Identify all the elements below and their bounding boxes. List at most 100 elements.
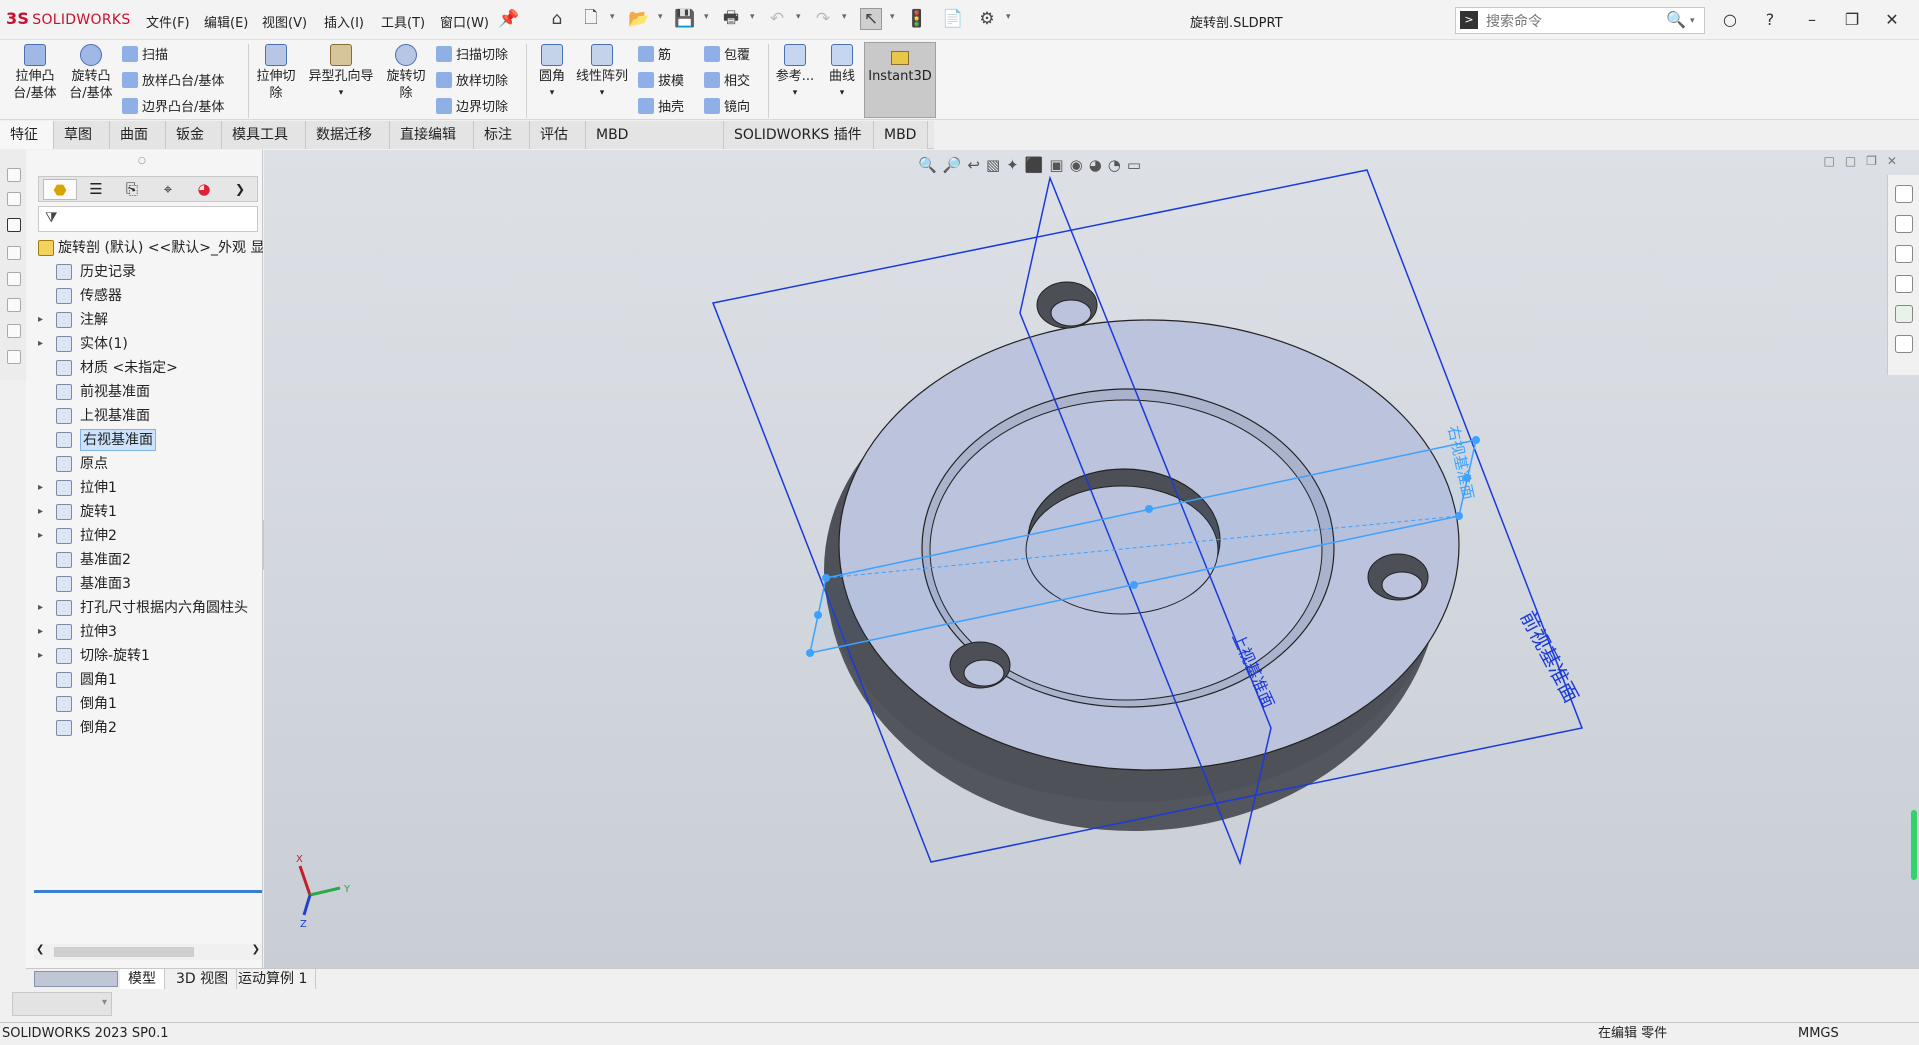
tree-item[interactable]: 圆角1 [26,668,263,692]
apply-scene-icon[interactable]: ◔ [1108,156,1127,174]
tree-item[interactable]: ▸ 实体(1) [26,332,263,356]
menu-file[interactable]: 文件(F) [146,12,190,31]
redo-icon[interactable]: ↷ [812,8,834,30]
zoom-area-icon[interactable]: 🔎 [943,156,968,174]
extrude-boss-button[interactable]: 拉伸凸台/基体 [10,44,60,102]
filter-icon[interactable]: ⧩ [45,210,58,226]
heads-up-view-toolbar[interactable]: 🔍🔎↩▧✦⬛▣◉◕◔▭ [918,156,1147,174]
tab-1[interactable]: 草图 [54,121,110,149]
menu-window[interactable]: 窗口(W) [440,12,489,31]
wrap-button[interactable]: 包覆 [704,44,750,63]
bottom-tab-0[interactable]: 模型 [120,969,165,989]
rib-button[interactable]: 筋 [638,44,671,63]
viewport-window-controls[interactable]: □□❐✕ [1824,154,1908,168]
expand-arrow-icon[interactable]: ▸ [38,332,43,356]
tab-7[interactable]: 标注 [474,121,530,149]
bottom-tab-2[interactable]: 运动算例 1 [230,969,317,989]
plane-handle[interactable] [814,611,822,619]
menu-view[interactable]: 视图(V) [262,12,307,31]
menu-tools[interactable]: 工具(T) [381,12,425,31]
expand-arrow-icon[interactable]: ▸ [38,644,43,668]
tree-item[interactable]: 传感器 [26,284,263,308]
user-account-icon[interactable]: ○ [1718,8,1742,32]
loft-boss-button[interactable]: 放样凸台/基体 [122,70,224,89]
graphics-area[interactable]: 前视基准面 上视基准面 右视基准面 X Y Z □□❐✕ [264,150,1919,968]
home-icon[interactable]: ⌂ [546,8,568,30]
dimxpert-tab-icon[interactable]: ⌖ [151,179,185,200]
draft-button[interactable]: 拔模 [638,70,684,89]
tree-item[interactable]: 历史记录 [26,260,263,284]
view-settings-icon[interactable]: ▭ [1127,156,1147,174]
tab-4[interactable]: 模具工具 [222,121,306,149]
chevron-down-icon[interactable]: ▾ [772,85,818,102]
chevron-down-icon[interactable]: ▾ [842,12,847,22]
boundary-cut-button[interactable]: 边界切除 [436,96,508,115]
file-properties-icon[interactable]: 📄 [942,8,964,30]
open-icon[interactable]: 📂 [628,8,650,30]
mirror-button[interactable]: 镜向 [704,96,750,115]
plane-handle[interactable] [806,649,814,657]
bottom-tab-1[interactable]: 3D 视图 [168,969,238,989]
feature-manager-tab-icon[interactable]: ⬣ [43,179,77,200]
tab-10[interactable]: SOLIDWORKS 插件 [724,121,874,149]
bolt-hole-right-counterbore[interactable] [1381,571,1423,599]
display-style-icon[interactable]: ▣ [1049,156,1069,174]
chevron-down-icon[interactable]: ▾ [532,85,572,102]
tab-0[interactable]: 特征 [0,121,54,149]
file-explorer-icon[interactable] [1895,245,1913,263]
tree-root[interactable]: 旋转剖 (默认) <<默认>_外观 显 [26,236,263,260]
pin-icon[interactable]: 📌 [498,8,520,30]
chevron-down-icon[interactable]: ▾ [304,85,378,102]
tolerance-icon[interactable] [7,324,21,338]
search-input[interactable] [1486,11,1656,31]
dynamic-annotation-icon[interactable]: ✦ [1006,156,1025,174]
edit-appearance-icon[interactable]: ◕ [1089,156,1108,174]
tab-scroll-arrows[interactable] [34,971,118,987]
rebuild-icon[interactable]: 🚦 [906,8,928,30]
note-icon[interactable] [7,192,21,206]
tab-9[interactable]: MBD Dimensions [586,121,724,171]
annotation-text-icon[interactable] [7,218,21,232]
revolve-boss-button[interactable]: 旋转凸台/基体 [66,44,116,102]
scroll-left-icon[interactable]: ❮ [36,944,44,955]
expand-arrow-icon[interactable]: ▸ [38,620,43,644]
scroll-thumb[interactable] [54,947,194,957]
tab-3[interactable]: 钣金 [166,121,222,149]
hole-wizard-button[interactable]: 异型孔向导 ▾ [304,44,378,102]
tab-8[interactable]: 评估 [530,121,586,149]
restore-button[interactable]: ❐ [1840,8,1864,32]
plane-handle[interactable] [1472,436,1480,444]
plane-handle[interactable] [1455,512,1463,520]
chevron-down-icon[interactable]: ▾ [750,12,755,22]
expand-arrow-icon[interactable]: ▸ [38,308,43,332]
view-palette-icon[interactable] [1895,275,1913,293]
close-button[interactable]: ✕ [1880,8,1904,32]
view-orientation-icon[interactable]: ⬛ [1025,156,1050,174]
search-icon[interactable]: 🔍 [1666,10,1686,29]
chevron-down-icon[interactable]: ▾ [610,12,615,22]
tab-5[interactable]: 数据迁移 [306,121,390,149]
model-view[interactable]: 前视基准面 上视基准面 右视基准面 X Y Z [264,150,1919,968]
chevron-down-icon[interactable]: ▾ [890,12,895,22]
section-view-icon[interactable]: ▧ [986,156,1006,174]
tree-item[interactable]: ▸ 拉伸1 [26,476,263,500]
tree-item[interactable]: 基准面2 [26,548,263,572]
chevron-down-icon[interactable]: ▾ [574,85,630,102]
chevron-down-icon[interactable]: ▾ [704,12,709,22]
tree-item[interactable]: 倒角1 [26,692,263,716]
tab-2[interactable]: 曲面 [110,121,166,149]
surface-finish-icon[interactable] [7,272,21,286]
tree-item[interactable]: ▸ 打孔尺寸根据内六角圆柱头 [26,596,263,620]
balloon-icon[interactable] [7,246,21,260]
revolve-cut-button[interactable]: 旋转切除 [384,44,428,102]
tree-item[interactable]: 倒角2 [26,716,263,740]
configuration-manager-tab-icon[interactable]: ⎘ [115,179,149,200]
chevron-down-icon[interactable]: ▾ [1006,12,1011,22]
config-selector[interactable]: ▾ [12,992,112,1016]
curves-button[interactable]: 曲线 ▾ [822,44,862,102]
bolt-hole-left-counterbore[interactable] [963,659,1005,687]
help-icon[interactable]: ? [1758,8,1782,32]
tree-item[interactable]: ▸ 旋转1 [26,500,263,524]
menu-insert[interactable]: 插入(I) [324,12,364,31]
panel-handle-icon[interactable]: ○ [138,156,146,166]
